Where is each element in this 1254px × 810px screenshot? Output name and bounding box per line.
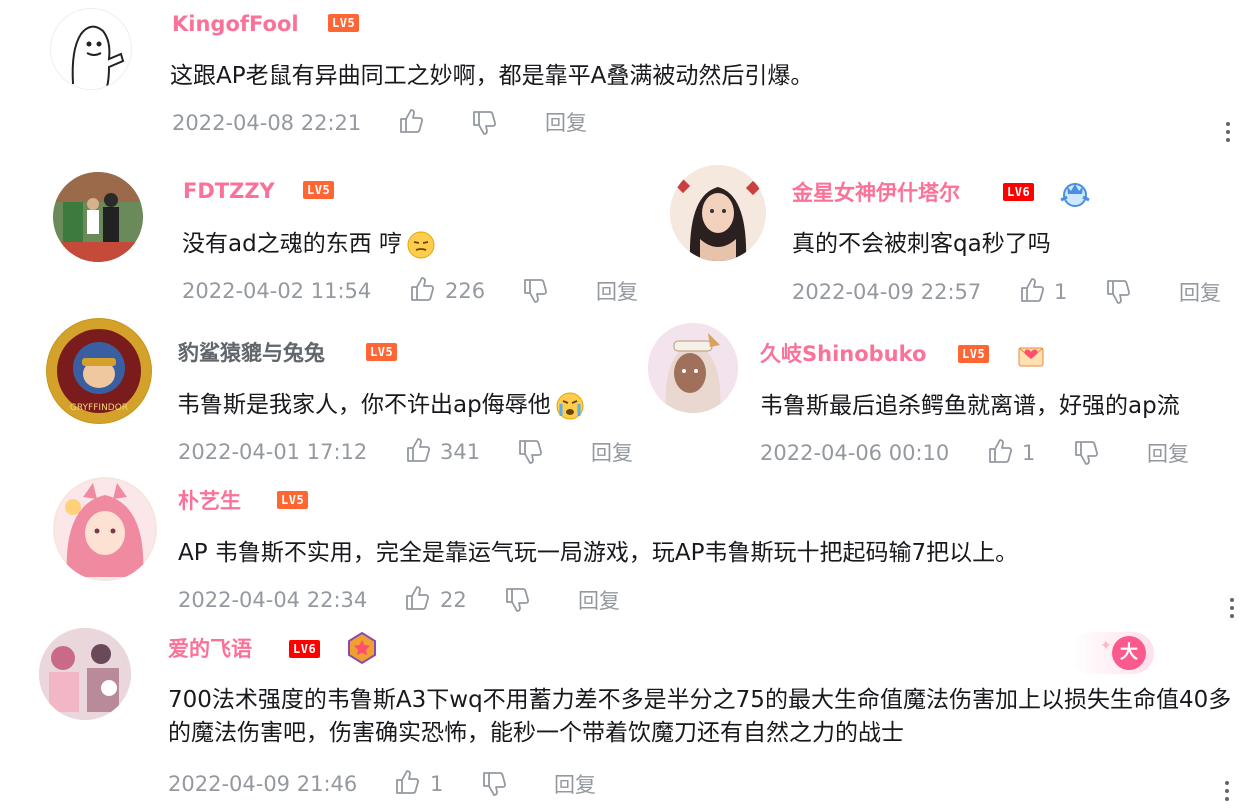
comment-text-content: 没有ad之魂的东西 哼 xyxy=(182,231,403,257)
sparkle-icon: ✦ xyxy=(1100,638,1112,654)
username[interactable]: KingofFool xyxy=(172,11,299,37)
like-count: 1 xyxy=(430,772,444,796)
level-badge: LV5 xyxy=(366,343,398,361)
level-badge: LV5 xyxy=(958,345,990,363)
thumbs-up-icon[interactable] xyxy=(398,108,424,134)
comment-text: 韦鲁斯是我家人，你不许出ap侮辱他 xyxy=(177,389,585,422)
smug-face-emoji-icon xyxy=(406,230,436,260)
comment-text-content: 韦鲁斯是我家人，你不许出ap侮辱他 xyxy=(177,392,551,418)
comment-date: 2022-04-02 11:54 xyxy=(182,279,372,303)
big-badge-circle: 大 xyxy=(1112,636,1146,670)
floating-big-badge: 大 ✦ xyxy=(1070,632,1154,674)
reply-button[interactable]: 回复 xyxy=(1179,280,1221,306)
crown-medal-icon xyxy=(1058,176,1092,210)
comment-text: 这跟AP老鼠有异曲同工之妙啊，都是靠平A叠满被动然后引爆。 xyxy=(170,63,814,89)
comment-date: 2022-04-04 22:34 xyxy=(178,588,368,612)
love-letter-icon xyxy=(1014,338,1048,372)
level-badge: LV5 xyxy=(303,181,335,199)
thumbs-down-icon[interactable] xyxy=(517,439,543,465)
comment-date: 2022-04-09 21:46 xyxy=(168,772,358,796)
avatar[interactable] xyxy=(53,477,157,581)
username[interactable]: 金星女神伊什塔尔 xyxy=(792,180,960,206)
like-count: 1 xyxy=(1022,441,1036,465)
more-options-icon[interactable] xyxy=(1225,122,1231,148)
username[interactable]: 爱的飞语 xyxy=(168,636,252,662)
comment-text: 真的不会被刺客qa秒了吗 xyxy=(792,231,1051,257)
comment-date: 2022-04-01 17:12 xyxy=(178,440,368,464)
more-options-icon[interactable] xyxy=(1224,781,1230,807)
level-badge: LV5 xyxy=(277,491,309,509)
avatar[interactable] xyxy=(39,628,131,720)
comment-text: AP 韦鲁斯不实用，完全是靠运气玩一局游戏，玩AP韦鲁斯玩十把起码输7把以上。 xyxy=(178,540,1019,566)
big-badge-text: 大 xyxy=(1120,642,1138,663)
thumbs-up-icon[interactable] xyxy=(409,276,435,302)
reply-button[interactable]: 回复 xyxy=(554,772,596,798)
thumbs-up-icon[interactable] xyxy=(404,585,430,611)
thumbs-down-icon[interactable] xyxy=(1073,440,1099,466)
avatar[interactable] xyxy=(53,172,143,262)
thumbs-down-icon[interactable] xyxy=(522,278,548,304)
level-badge: LV6 xyxy=(289,640,321,658)
like-count: 341 xyxy=(440,440,481,464)
comment-date: 2022-04-06 00:10 xyxy=(760,441,950,465)
comment-date: 2022-04-08 22:21 xyxy=(172,111,362,135)
thumbs-up-icon[interactable] xyxy=(987,438,1013,464)
avatar[interactable] xyxy=(50,8,132,90)
reply-button[interactable]: 回复 xyxy=(596,279,638,305)
thumbs-down-icon[interactable] xyxy=(471,110,497,136)
reply-button[interactable]: 回复 xyxy=(545,110,587,136)
reply-button[interactable]: 回复 xyxy=(578,588,620,614)
more-options-icon[interactable] xyxy=(1229,598,1235,624)
like-count: 1 xyxy=(1054,280,1068,304)
reply-button[interactable]: 回复 xyxy=(591,440,633,466)
thumbs-up-icon[interactable] xyxy=(1019,277,1045,303)
thumbs-down-icon[interactable] xyxy=(504,587,530,613)
comment-text: 韦鲁斯最后追杀鳄鱼就离谱，好强的ap流 xyxy=(760,393,1180,419)
thumbs-up-icon[interactable] xyxy=(405,437,431,463)
username[interactable]: FDTZZY xyxy=(183,178,275,204)
level-badge: LV6 xyxy=(1003,183,1035,201)
avatar[interactable] xyxy=(670,165,766,261)
avatar[interactable] xyxy=(648,323,738,413)
username[interactable]: 豹鲨猿貔与兔兔 xyxy=(178,340,325,366)
reply-button[interactable]: 回复 xyxy=(1147,441,1189,467)
username[interactable]: 朴艺生 xyxy=(178,488,241,514)
like-count: 22 xyxy=(440,588,467,612)
like-count: 226 xyxy=(445,279,486,303)
thumbs-down-icon[interactable] xyxy=(481,771,507,797)
comment-date: 2022-04-09 22:57 xyxy=(792,280,982,304)
avatar[interactable]: GRYFFINDOR xyxy=(46,318,152,424)
username[interactable]: 久岐Shinobuko xyxy=(760,341,926,367)
comment-text: 700法术强度的韦鲁斯A3下wq不用蓄力差不多是半分之75的最大生命值魔法伤害加… xyxy=(168,687,1232,746)
thumbs-down-icon[interactable] xyxy=(1105,279,1131,305)
level-badge: LV5 xyxy=(328,14,360,32)
crying-face-emoji-icon xyxy=(555,391,585,421)
svg-text:GRYFFINDOR: GRYFFINDOR xyxy=(70,403,128,413)
thumbs-up-icon[interactable] xyxy=(394,769,420,795)
comment-text: 没有ad之魂的东西 哼 xyxy=(182,228,436,261)
medal-icon xyxy=(345,631,379,665)
